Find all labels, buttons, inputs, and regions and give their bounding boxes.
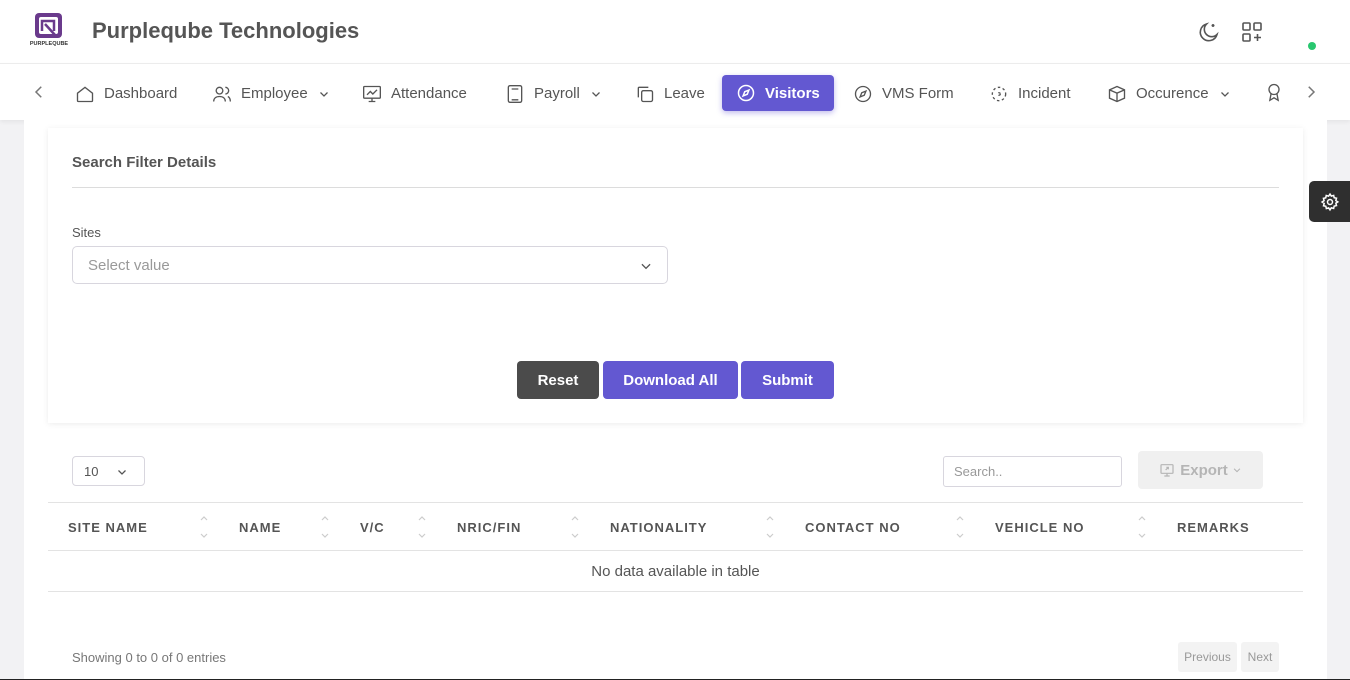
nav-label: Dashboard: [104, 85, 178, 102]
apps-grid-icon[interactable]: [1240, 20, 1264, 44]
empty-message: No data available in table: [591, 563, 760, 580]
page-length-select[interactable]: 10: [72, 456, 145, 486]
download-all-button[interactable]: Download All: [603, 361, 738, 399]
copy-icon: [637, 86, 654, 102]
chevron-right-icon[interactable]: [1302, 83, 1320, 101]
search-filter-card: Search Filter Details Sites Select value…: [48, 128, 1303, 423]
company-logo[interactable]: PURPLEQUBE: [29, 11, 69, 51]
nav-item-visitors[interactable]: Visitors: [722, 75, 834, 111]
nav-item-dashboard[interactable]: Dashboard: [75, 77, 177, 110]
next-page-button[interactable]: Next: [1241, 642, 1279, 672]
sort-icon[interactable]: [765, 513, 775, 541]
table-search-input[interactable]: [943, 456, 1122, 487]
focus-icon: [991, 86, 1007, 101]
nav-label: Attendance: [391, 85, 467, 102]
gear-icon: [1320, 192, 1339, 211]
home-icon: [76, 85, 94, 102]
customizer-toggle[interactable]: [1309, 181, 1350, 222]
submit-button[interactable]: Submit: [741, 361, 834, 399]
column-header-nric-fin[interactable]: NRIC/FIN: [457, 520, 521, 535]
nav-label: Incident: [1018, 85, 1071, 102]
chevron-down-icon: [118, 470, 126, 475]
chevron-down-icon: [1220, 91, 1229, 97]
nav-item-attendance[interactable]: Attendance: [362, 77, 467, 110]
online-status-badge: [1308, 42, 1316, 50]
column-header-nationality[interactable]: NATIONALITY: [610, 520, 707, 535]
column-header-remarks[interactable]: REMARKS: [1177, 520, 1250, 535]
package-icon: [1108, 85, 1126, 102]
column-header-name[interactable]: NAME: [239, 520, 281, 535]
table-empty-row: No data available in table: [48, 551, 1303, 592]
main-navbar: Dashboard Employee Attendance Payroll Le…: [0, 63, 1350, 120]
logo-text: PURPLEQUBE: [30, 41, 69, 47]
sites-select-placeholder: Select value: [88, 257, 170, 274]
column-header-site-name[interactable]: SITE NAME: [68, 520, 148, 535]
users-icon: [213, 86, 231, 102]
nav-item-incident[interactable]: Incident: [989, 77, 1071, 110]
export-label: Export: [1180, 461, 1228, 479]
nav-label: Employee: [241, 85, 308, 102]
chevron-down-icon: [319, 91, 328, 97]
monitor-share-icon: [1160, 464, 1174, 477]
nav-item-occurence[interactable]: Occurence: [1107, 77, 1231, 110]
chevron-down-icon: [591, 91, 600, 97]
column-header-vc[interactable]: V/C: [360, 520, 385, 535]
chevron-down-icon: [1233, 468, 1241, 473]
previous-page-button[interactable]: Previous: [1178, 642, 1237, 672]
column-header-contact-no[interactable]: CONTACT NO: [805, 520, 901, 535]
sort-icon[interactable]: [570, 513, 580, 541]
presentation-icon: [363, 85, 381, 102]
nav-label: Payroll: [534, 85, 580, 102]
sort-icon[interactable]: [417, 513, 427, 541]
calculator-icon: [507, 84, 523, 103]
nav-label: VMS Form: [882, 85, 954, 102]
award-icon[interactable]: [1264, 82, 1284, 102]
card-title: Search Filter Details: [72, 154, 217, 171]
table-info: Showing 0 to 0 of 0 entries: [72, 650, 226, 665]
nav-item-payroll[interactable]: Payroll: [505, 77, 602, 110]
table-header-row: SITE NAME NAME V/C NRIC/FIN NATIONALITY …: [48, 502, 1303, 551]
nav-item-leave[interactable]: Leave: [635, 77, 705, 110]
page-length-value: 10: [84, 464, 99, 479]
compass-icon: [854, 85, 872, 102]
sites-label: Sites: [72, 225, 101, 240]
chevron-down-icon: [641, 263, 651, 270]
nav-item-employee[interactable]: Employee: [212, 77, 330, 110]
sort-icon[interactable]: [1137, 513, 1147, 541]
sort-icon[interactable]: [320, 513, 330, 541]
compass-icon: [737, 84, 755, 102]
export-button[interactable]: Export: [1138, 451, 1263, 489]
column-header-vehicle-no[interactable]: VEHICLE NO: [995, 520, 1084, 535]
nav-label: Visitors: [765, 84, 820, 102]
reset-button[interactable]: Reset: [517, 361, 599, 399]
dark-mode-moon-icon[interactable]: [1197, 20, 1221, 44]
company-name: Purpleqube Technologies: [92, 18, 360, 43]
nav-item-vms-form[interactable]: VMS Form: [853, 77, 954, 110]
nav-label: Occurence: [1136, 85, 1209, 102]
sort-icon[interactable]: [955, 513, 965, 541]
divider: [72, 187, 1279, 188]
chevron-left-icon[interactable]: [30, 83, 48, 101]
sort-icon[interactable]: [199, 513, 209, 541]
nav-label: Leave: [664, 85, 705, 102]
sites-select[interactable]: Select value: [72, 246, 668, 284]
top-header: PURPLEQUBE Purpleqube Technologies: [0, 0, 1350, 63]
